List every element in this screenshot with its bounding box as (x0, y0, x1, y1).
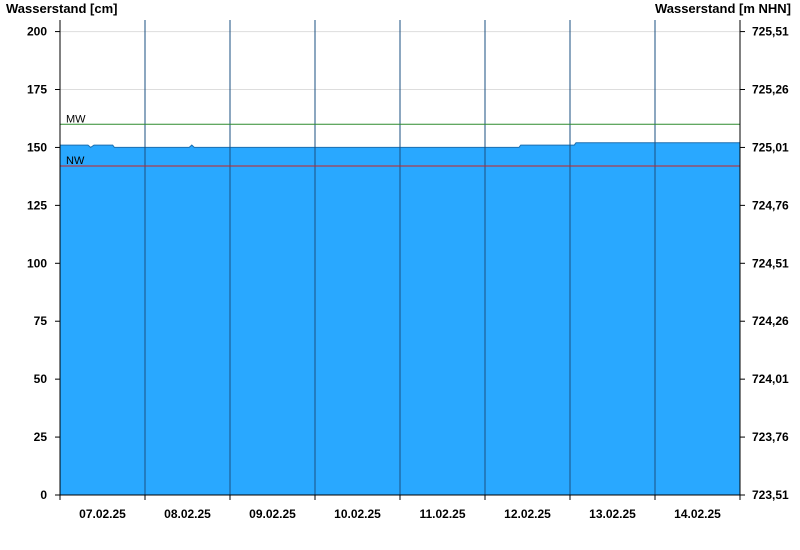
left-tick-label: 175 (27, 83, 47, 97)
left-tick-label: 0 (40, 488, 47, 502)
right-tick-label: 724,01 (752, 372, 789, 386)
right-tick-label: 723,51 (752, 488, 789, 502)
x-tick-label: 11.02.25 (419, 507, 465, 521)
right-tick-label: 724,76 (752, 198, 789, 212)
x-tick-label: 10.02.25 (334, 507, 381, 521)
left-tick-label: 150 (27, 140, 47, 154)
water-level-chart: Wasserstand [cm] Wasserstand [m NHN] MW N… (0, 0, 800, 550)
reference-label-nw: NW (66, 155, 85, 167)
left-tick-label: 75 (34, 314, 48, 328)
left-tick-label: 100 (27, 256, 47, 270)
right-axis-ticks: 723,51 723,76 724,01 724,26 724,51 724,76 725,… (740, 25, 789, 502)
right-tick-label: 725,26 (752, 83, 789, 97)
right-tick-label: 724,26 (752, 314, 789, 328)
x-axis-ticks: 07.02.25 08.02.25 09.02.25 10.02.25 11.02.25… (59, 495, 741, 521)
left-tick-label: 25 (34, 430, 48, 444)
right-tick-label: 725,51 (752, 25, 789, 39)
x-tick-label: 12.02.25 (504, 507, 551, 521)
x-tick-label: 13.02.25 (589, 507, 636, 521)
reference-label-mw: MW (66, 113, 86, 125)
left-axis-ticks: 0 25 50 75 100 125 150 175 200 (27, 25, 60, 502)
x-tick-label: 09.02.25 (249, 507, 296, 521)
right-tick-label: 724,51 (752, 256, 789, 270)
left-tick-label: 125 (27, 198, 47, 212)
left-tick-label: 200 (27, 25, 47, 39)
right-axis-title: Wasserstand [m NHN] (655, 1, 791, 16)
right-tick-label: 723,76 (752, 430, 789, 444)
right-tick-label: 725,01 (752, 140, 789, 154)
left-axis-title: Wasserstand [cm] (6, 1, 118, 16)
left-tick-label: 50 (34, 372, 48, 386)
x-tick-label: 08.02.25 (164, 507, 211, 521)
x-tick-label: 07.02.25 (79, 507, 126, 521)
x-tick-label: 14.02.25 (674, 507, 721, 521)
chart-canvas: Wasserstand [cm] Wasserstand [m NHN] MW N… (6, 1, 791, 521)
